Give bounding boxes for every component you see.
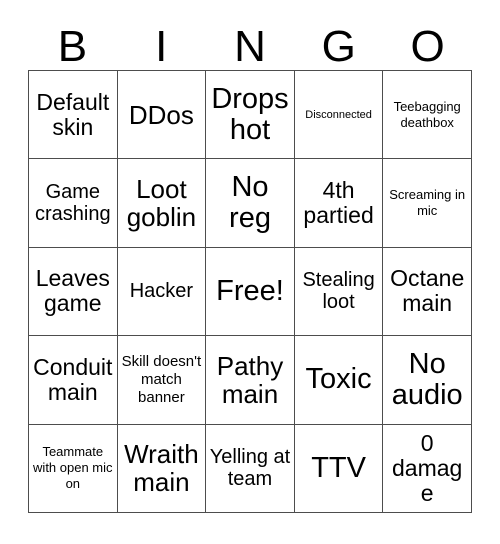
bingo-cell-label: Stealing loot — [302, 269, 375, 314]
bingo-cell-label: DDos — [128, 99, 194, 130]
bingo-cell-r5c2[interactable]: Wraith main — [117, 424, 207, 513]
bingo-cell-label: 0 damage — [392, 429, 463, 506]
bingo-cell-label: Free! — [216, 274, 284, 307]
bingo-cell-label: Game crashing — [34, 181, 111, 226]
bingo-cell-label: Drops hot — [211, 82, 289, 146]
bingo-cell-r3c1[interactable]: Leaves game — [29, 247, 118, 337]
bingo-card: B I N G O Default skin DDos Drops hot Disco… — [0, 0, 500, 544]
bingo-cell-label: TTV — [311, 451, 366, 484]
header-letter-o: O — [410, 22, 445, 71]
bingo-cell-label: Screaming in mic — [389, 187, 466, 219]
bingo-cell-label: Default skin — [36, 88, 110, 140]
header-letter-i: I — [155, 22, 168, 71]
bingo-cell-r2c5[interactable]: Screaming in mic — [383, 159, 472, 248]
bingo-cell-r2c2[interactable]: Loot goblin — [117, 159, 207, 248]
bingo-cell-label: No reg — [229, 171, 271, 235]
bingo-cell-r5c4[interactable]: TTV — [294, 424, 384, 513]
bingo-cell-r2c4[interactable]: 4th partied — [294, 159, 384, 248]
bingo-cell-label: Octane main — [390, 265, 465, 317]
bingo-cell-label: Conduit main — [33, 353, 113, 405]
bingo-cell-r4c4[interactable]: Toxic — [294, 336, 384, 425]
bingo-cell-r3c5[interactable]: Octane main — [383, 247, 472, 337]
bingo-cell-label: No audio — [391, 347, 463, 411]
bingo-cell-r4c1[interactable]: Conduit main — [29, 336, 118, 425]
header-letter-b: B — [57, 22, 88, 71]
bingo-cell-r4c2[interactable]: Skill doesn't match banner — [117, 336, 207, 425]
bingo-cell-label: Disconnected — [305, 108, 372, 121]
bingo-cell-label: Pathy main — [216, 350, 284, 409]
bingo-cell-label: 4th partied — [303, 177, 374, 229]
bingo-cell-label: Loot goblin — [126, 174, 197, 233]
bingo-grid: Default skin DDos Drops hot Disconnected Tee… — [28, 70, 472, 513]
bingo-cell-r3c3[interactable]: Free! — [206, 247, 295, 337]
bingo-cell-r2c3[interactable]: No reg — [206, 159, 295, 248]
bingo-cell-r5c1[interactable]: Teammate with open mic on — [29, 424, 118, 513]
bingo-cell-r3c4[interactable]: Stealing loot — [294, 247, 384, 337]
bingo-cell-r4c3[interactable]: Pathy main — [206, 336, 295, 425]
header-letter-g: G — [321, 22, 356, 71]
bingo-cell-r5c5[interactable]: 0 damage — [383, 424, 472, 513]
bingo-cell-r2c1[interactable]: Game crashing — [29, 159, 118, 248]
bingo-cell-label: Skill doesn't match banner — [121, 352, 202, 406]
bingo-cell-r1c2[interactable]: DDos — [117, 71, 207, 160]
bingo-cell-label: Leaves game — [35, 265, 110, 317]
bingo-header-row: B I N G O — [28, 18, 472, 70]
bingo-cell-label: Hacker — [129, 280, 194, 303]
bingo-cell-r1c1[interactable]: Default skin — [29, 71, 118, 160]
bingo-cell-label: Toxic — [305, 363, 372, 396]
bingo-cell-label: Yelling at team — [209, 446, 291, 491]
bingo-cell-r1c4[interactable]: Disconnected — [294, 71, 384, 160]
header-letter-n: N — [234, 22, 266, 71]
bingo-cell-label: Teammate with open mic on — [33, 444, 113, 492]
bingo-cell-r3c2[interactable]: Hacker — [117, 247, 207, 337]
bingo-cell-r5c3[interactable]: Yelling at team — [206, 424, 295, 513]
bingo-cell-r4c5[interactable]: No audio — [383, 336, 472, 425]
bingo-cell-label: Wraith main — [124, 439, 199, 498]
bingo-cell-r1c3[interactable]: Drops hot — [206, 71, 295, 160]
bingo-cell-label: Teebagging deathbox — [393, 98, 461, 130]
bingo-cell-r1c5[interactable]: Teebagging deathbox — [383, 71, 472, 160]
